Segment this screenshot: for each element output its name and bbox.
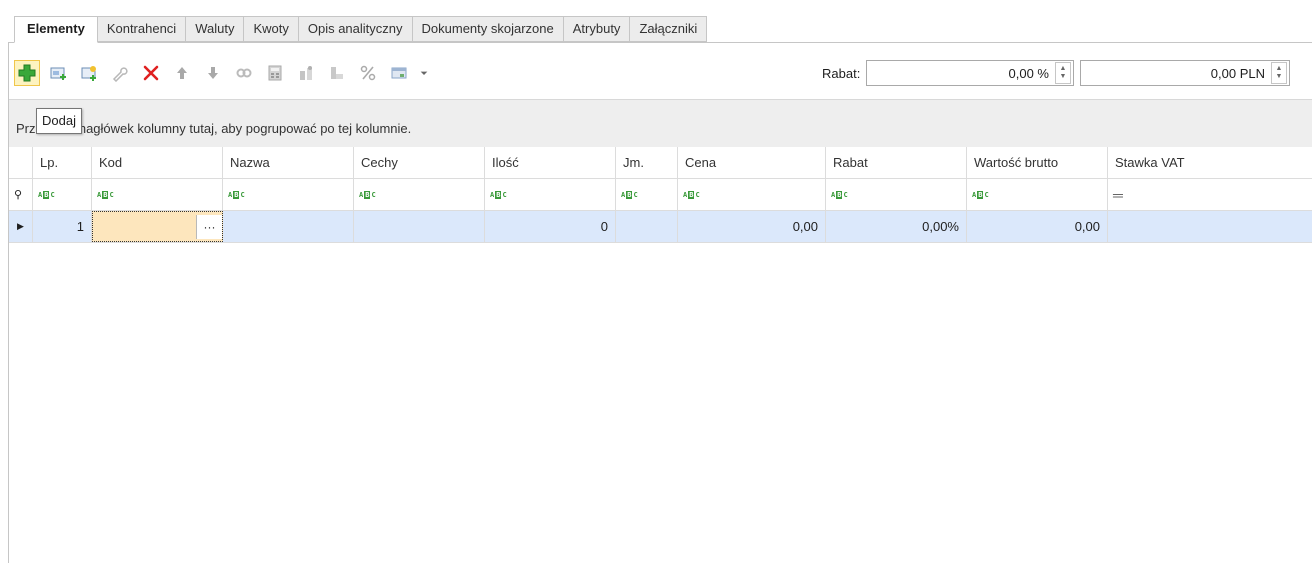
cell-lp[interactable]: 1	[33, 211, 92, 242]
filter-cell[interactable]: ABC	[485, 179, 616, 210]
link-icon	[236, 68, 252, 78]
view-icon	[391, 67, 407, 79]
link-button[interactable]	[231, 60, 257, 86]
column-header-kod[interactable]: Kod	[92, 147, 223, 178]
equals-filter-icon: ═	[1113, 186, 1123, 203]
tab-opis-analityczny[interactable]: Opis analityczny	[298, 16, 413, 42]
row-indicator-icon: ▶	[9, 211, 33, 242]
text-filter-icon: ABC	[97, 190, 114, 199]
arrow-down-icon	[208, 67, 218, 79]
text-filter-icon: ABC	[831, 190, 848, 199]
column-header-ilosc[interactable]: Ilość	[485, 147, 616, 178]
cell-stawka-vat[interactable]	[1108, 211, 1312, 242]
toolbar	[14, 58, 436, 88]
tab-kontrahenci[interactable]: Kontrahenci	[97, 16, 187, 42]
spinner-arrows-icon[interactable]: ▲ ▼	[1271, 62, 1287, 84]
column-header-lp[interactable]: Lp.	[33, 147, 92, 178]
column-header-stawka-vat[interactable]: Stawka VAT	[1108, 147, 1312, 178]
stock-button[interactable]	[293, 60, 319, 86]
dropdown-icon	[420, 71, 428, 75]
move-down-button[interactable]	[200, 60, 226, 86]
filter-cell[interactable]: ABC	[354, 179, 485, 210]
spinner-arrows-icon[interactable]: ▲ ▼	[1055, 62, 1071, 84]
rabat-percent-spinner[interactable]: 0,00 % ▲ ▼	[866, 60, 1074, 86]
rabat-percent-value: 0,00 %	[1008, 65, 1049, 81]
filter-cell[interactable]: ABC	[223, 179, 354, 210]
tab-waluty[interactable]: Waluty	[186, 16, 245, 42]
stock-icon	[300, 66, 312, 80]
calculator-button[interactable]	[262, 60, 288, 86]
table-row[interactable]: ▶ 1 ··· 0 0,00 0,00% 0,00	[9, 211, 1312, 243]
delete-icon	[143, 65, 159, 81]
tab-atrybuty[interactable]: Atrybuty	[563, 16, 631, 42]
add-item-button[interactable]	[45, 60, 71, 86]
cell-nazwa[interactable]	[223, 211, 354, 242]
column-header-rabat[interactable]: Rabat	[826, 147, 967, 178]
delete-button[interactable]	[138, 60, 164, 86]
ellipsis-button[interactable]: ···	[196, 215, 222, 239]
filter-cell[interactable]: ABC	[33, 179, 92, 210]
column-header-cechy[interactable]: Cechy	[354, 147, 485, 178]
group-by-panel[interactable]: Prz nagłówek kolumny tutaj, aby pogrupow…	[9, 99, 1312, 147]
text-filter-icon: ABC	[359, 190, 376, 199]
filter-row: ⚲ ABC ABC ABC ABC ABC ABC ABC ABC ABC ═	[9, 179, 1312, 211]
tab-strip: Elementy Kontrahenci Waluty Kwoty Opis a…	[14, 16, 708, 43]
items-grid: Lp. Kod Nazwa Cechy Ilość Jm. Cena Rabat…	[9, 147, 1312, 243]
column-header-jm[interactable]: Jm.	[616, 147, 678, 178]
text-filter-icon: ABC	[490, 190, 507, 199]
cell-rabat[interactable]: 0,00%	[826, 211, 967, 242]
tab-kwoty[interactable]: Kwoty	[244, 16, 299, 42]
text-filter-icon: ABC	[972, 190, 989, 199]
warehouse-button[interactable]	[324, 60, 350, 86]
tab-zalaczniki[interactable]: Załączniki	[630, 16, 708, 42]
calculator-icon	[268, 65, 282, 81]
cell-kod-editor[interactable]: ···	[92, 211, 223, 242]
cell-wartosc-brutto[interactable]: 0,00	[967, 211, 1108, 242]
tooltip: Dodaj	[36, 108, 82, 134]
grid-header-row: Lp. Kod Nazwa Cechy Ilość Jm. Cena Rabat…	[9, 147, 1312, 179]
row-indicator-header	[9, 147, 33, 178]
percent-button[interactable]	[355, 60, 381, 86]
filter-cell[interactable]: ABC	[967, 179, 1108, 210]
filter-cell[interactable]: ABC	[678, 179, 826, 210]
text-filter-icon: ABC	[683, 190, 700, 199]
column-header-cena[interactable]: Cena	[678, 147, 826, 178]
filter-cell[interactable]: ═	[1108, 179, 1312, 210]
add-item-icon	[50, 67, 66, 80]
column-header-nazwa[interactable]: Nazwa	[223, 147, 354, 178]
filter-cell[interactable]: ABC	[92, 179, 223, 210]
move-up-button[interactable]	[169, 60, 195, 86]
edit-button[interactable]	[107, 60, 133, 86]
text-filter-icon: ABC	[228, 190, 245, 199]
cell-cena[interactable]: 0,00	[678, 211, 826, 242]
cell-cechy[interactable]	[354, 211, 485, 242]
filter-cell[interactable]: ABC	[616, 179, 678, 210]
filter-pin-icon[interactable]: ⚲	[9, 179, 33, 210]
arrow-up-icon	[177, 67, 187, 79]
tab-elementy[interactable]: Elementy	[14, 16, 98, 43]
text-filter-icon: ABC	[38, 190, 55, 199]
warehouse-icon	[331, 67, 343, 79]
add-new-item-button[interactable]	[76, 60, 102, 86]
rabat-pln-value: 0,00 PLN	[1210, 65, 1265, 81]
column-header-wartosc-brutto[interactable]: Wartość brutto	[967, 147, 1108, 178]
view-button[interactable]	[386, 60, 412, 86]
filter-cell[interactable]: ABC	[826, 179, 967, 210]
more-dropdown-button[interactable]	[417, 60, 431, 86]
add-icon	[18, 64, 36, 82]
percent-icon	[360, 65, 376, 81]
add-button[interactable]	[14, 60, 40, 86]
add-new-item-icon	[81, 66, 96, 81]
tab-dokumenty-skojarzone[interactable]: Dokumenty skojarzone	[412, 16, 564, 42]
cell-jm[interactable]	[616, 211, 678, 242]
rabat-label: Rabat:	[822, 66, 861, 81]
cell-ilosc[interactable]: 0	[485, 211, 616, 242]
rabat-pln-spinner[interactable]: 0,00 PLN ▲ ▼	[1080, 60, 1290, 86]
wrench-icon	[112, 67, 128, 82]
text-filter-icon: ABC	[621, 190, 638, 199]
